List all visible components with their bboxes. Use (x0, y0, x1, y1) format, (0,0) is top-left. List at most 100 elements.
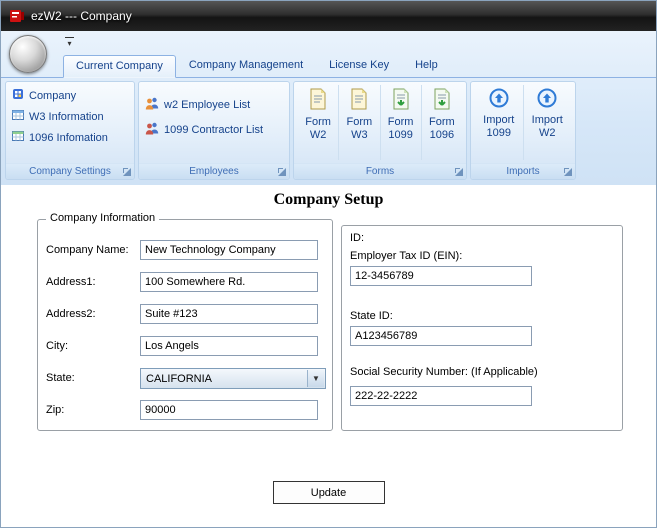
ribbon-item-label: 1099 Contractor List (164, 123, 264, 136)
ribbon-item-company[interactable]: Company (10, 85, 130, 106)
group-footer-imports: Imports (471, 163, 575, 179)
city-label: City: (46, 340, 68, 352)
dialog-launcher-icon[interactable] (563, 167, 573, 177)
tab-license-key[interactable]: License Key (316, 54, 402, 77)
address1-input[interactable] (140, 272, 318, 292)
state-id-input[interactable] (350, 326, 532, 346)
state-id-label: State ID: (350, 310, 393, 322)
form-w3-icon (348, 88, 370, 113)
ribbon-item-1096-information[interactable]: 1096 Infomation (10, 127, 130, 148)
ribbon-item-label: 1096 (429, 129, 455, 141)
company-information-legend: Company Information (46, 212, 160, 224)
update-button[interactable]: Update (272, 481, 385, 504)
ssn-input[interactable] (350, 386, 532, 406)
field-state: State: CALIFORNIA ▼ (46, 368, 326, 390)
company-name-input[interactable] (140, 240, 318, 260)
1099-contractor-list-icon (145, 121, 159, 138)
field-ssn (350, 386, 614, 408)
w2-employee-list-icon (145, 96, 159, 113)
company-information-groupbox: Company Information Company Name: Addres… (37, 212, 333, 431)
app-window: ezW2 --- Company ▾ Current Company Compa… (0, 0, 657, 528)
ribbon-item-label: 1099 (388, 129, 413, 141)
tab-current-company[interactable]: Current Company (63, 55, 176, 78)
address2-label: Address2: (46, 308, 96, 320)
field-zip: Zip: (46, 400, 324, 422)
field-company-name: Company Name: (46, 240, 324, 262)
page-title: Company Setup (273, 191, 384, 208)
ribbon-groups: Company W3 Information 1096 Infomation C… (1, 78, 656, 183)
ribbon-item-label: Import (483, 114, 515, 126)
ribbon-item-label: Form (429, 116, 455, 128)
quick-access-dropdown[interactable]: ▾ (65, 37, 74, 48)
ribbon: ▾ Current Company Company Management Lic… (1, 31, 656, 186)
group-footer-company-settings: Company Settings (6, 163, 134, 179)
form-1096-icon (431, 88, 453, 113)
address2-input[interactable] (140, 304, 318, 324)
form-w3-button[interactable]: Form W3 (338, 85, 379, 160)
chevron-down-icon: ▼ (307, 370, 324, 387)
field-city: City: (46, 336, 324, 358)
form-1099-button[interactable]: Form 1099 (379, 85, 421, 160)
state-select-value: CALIFORNIA (146, 372, 213, 385)
zip-label: Zip: (46, 404, 65, 416)
ribbon-item-label: Import (531, 114, 563, 126)
ribbon-item-label: W3 (351, 129, 368, 141)
form-w2-button[interactable]: Form W2 (298, 85, 338, 160)
group-label: Employees (189, 166, 239, 177)
address1-label: Address1: (46, 276, 96, 288)
ribbon-item-label: W2 (309, 129, 327, 141)
ssn-label: Social Security Number: (If Applicable) (350, 366, 538, 378)
import-1099-icon (489, 88, 509, 111)
app-icon (9, 8, 25, 24)
field-address2: Address2: (46, 304, 324, 326)
group-employees: w2 Employee List 1099 Contractor List Em… (138, 81, 290, 180)
dialog-launcher-icon[interactable] (122, 167, 132, 177)
dialog-launcher-icon[interactable] (454, 167, 464, 177)
id-groupbox: ID: Employer Tax ID (EIN): State ID: Soc… (341, 225, 623, 431)
dialog-launcher-icon[interactable] (277, 167, 287, 177)
form-1096-button[interactable]: Form 1096 (420, 85, 462, 160)
ribbon-item-1099-contractor-list[interactable]: 1099 Contractor List (143, 117, 285, 142)
field-address1: Address1: (46, 272, 324, 294)
group-imports: Import 1099 Import W2 Imports (470, 81, 576, 180)
w3-information-icon (12, 109, 24, 124)
ribbon-item-label: Company (29, 89, 77, 102)
ribbon-tab-row: Current Company Company Management Licen… (1, 53, 656, 78)
ribbon-item-label: Form (346, 116, 373, 128)
group-label: Forms (365, 166, 395, 177)
ribbon-item-label: W3 Information (29, 110, 104, 123)
state-label: State: (46, 372, 75, 384)
id-heading: ID: (350, 232, 365, 244)
field-ein (350, 266, 614, 288)
ribbon-item-label: 1099 (486, 127, 511, 139)
title-bar: ezW2 --- Company (1, 1, 656, 31)
group-label: Imports (506, 166, 540, 177)
state-select[interactable]: CALIFORNIA ▼ (140, 368, 326, 389)
zip-input[interactable] (140, 400, 318, 420)
import-w2-icon (537, 88, 557, 111)
group-footer-employees: Employees (139, 163, 289, 179)
ribbon-item-label: w2 Employee List (164, 98, 251, 111)
ribbon-item-label: 1096 Infomation (29, 131, 108, 144)
window-title: ezW2 --- Company (31, 9, 132, 23)
group-company-settings: Company W3 Information 1096 Infomation C… (5, 81, 135, 180)
import-1099-button[interactable]: Import 1099 (475, 85, 523, 160)
city-input[interactable] (140, 336, 318, 356)
ribbon-item-w3-information[interactable]: W3 Information (10, 106, 130, 127)
1096-information-icon (12, 130, 24, 145)
tab-company-management[interactable]: Company Management (176, 54, 316, 77)
form-1099-icon (390, 88, 412, 113)
group-footer-forms: Forms (294, 163, 466, 179)
import-w2-button[interactable]: Import W2 (522, 85, 572, 160)
ribbon-item-label: W2 (539, 127, 556, 139)
ribbon-item-label: Form (305, 116, 331, 128)
company-icon (12, 88, 24, 103)
field-state-id (350, 326, 614, 348)
ein-input[interactable] (350, 266, 532, 286)
tab-help[interactable]: Help (402, 54, 451, 77)
ribbon-item-w2-employee-list[interactable]: w2 Employee List (143, 92, 285, 117)
ein-label: Employer Tax ID (EIN): (350, 250, 463, 262)
group-forms: Form W2 Form W3 Form 1099 Form 1096 Form… (293, 81, 467, 180)
main-content: Company Setup Company Information Compan… (1, 185, 656, 527)
ribbon-item-label: Form (387, 116, 414, 128)
